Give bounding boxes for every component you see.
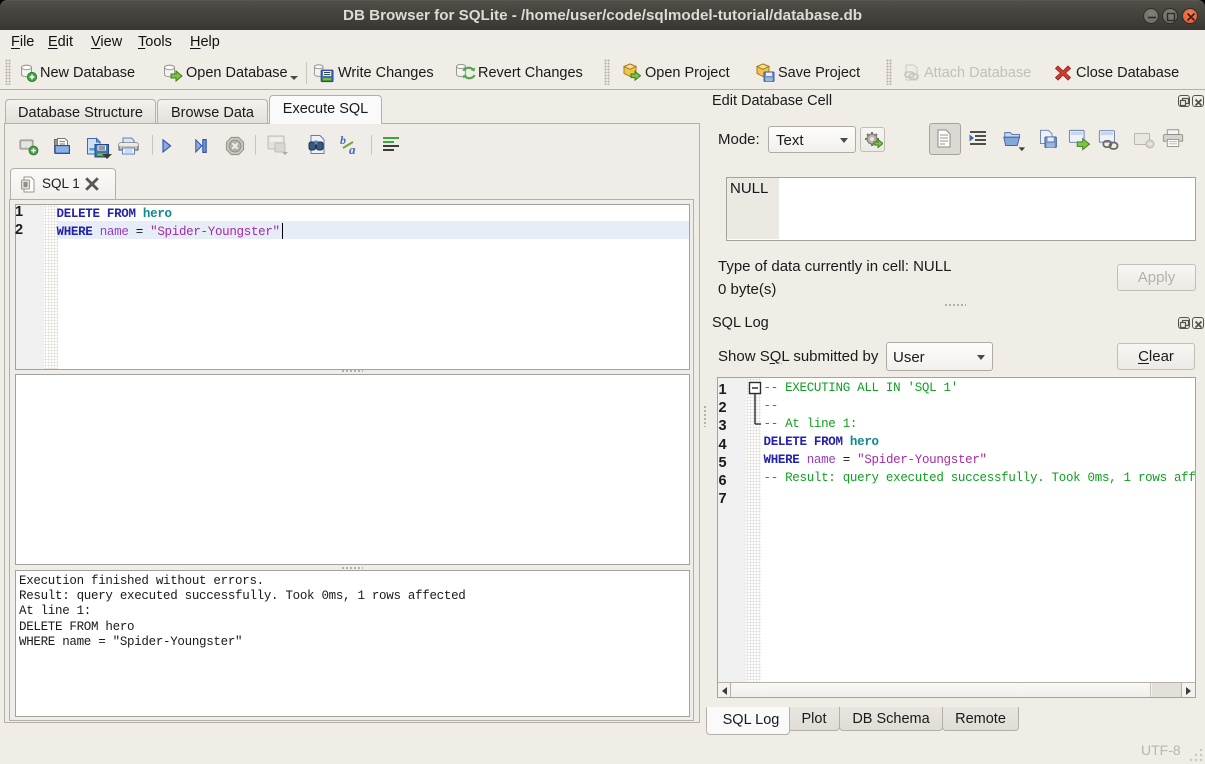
svg-text:b: b [340, 134, 346, 147]
